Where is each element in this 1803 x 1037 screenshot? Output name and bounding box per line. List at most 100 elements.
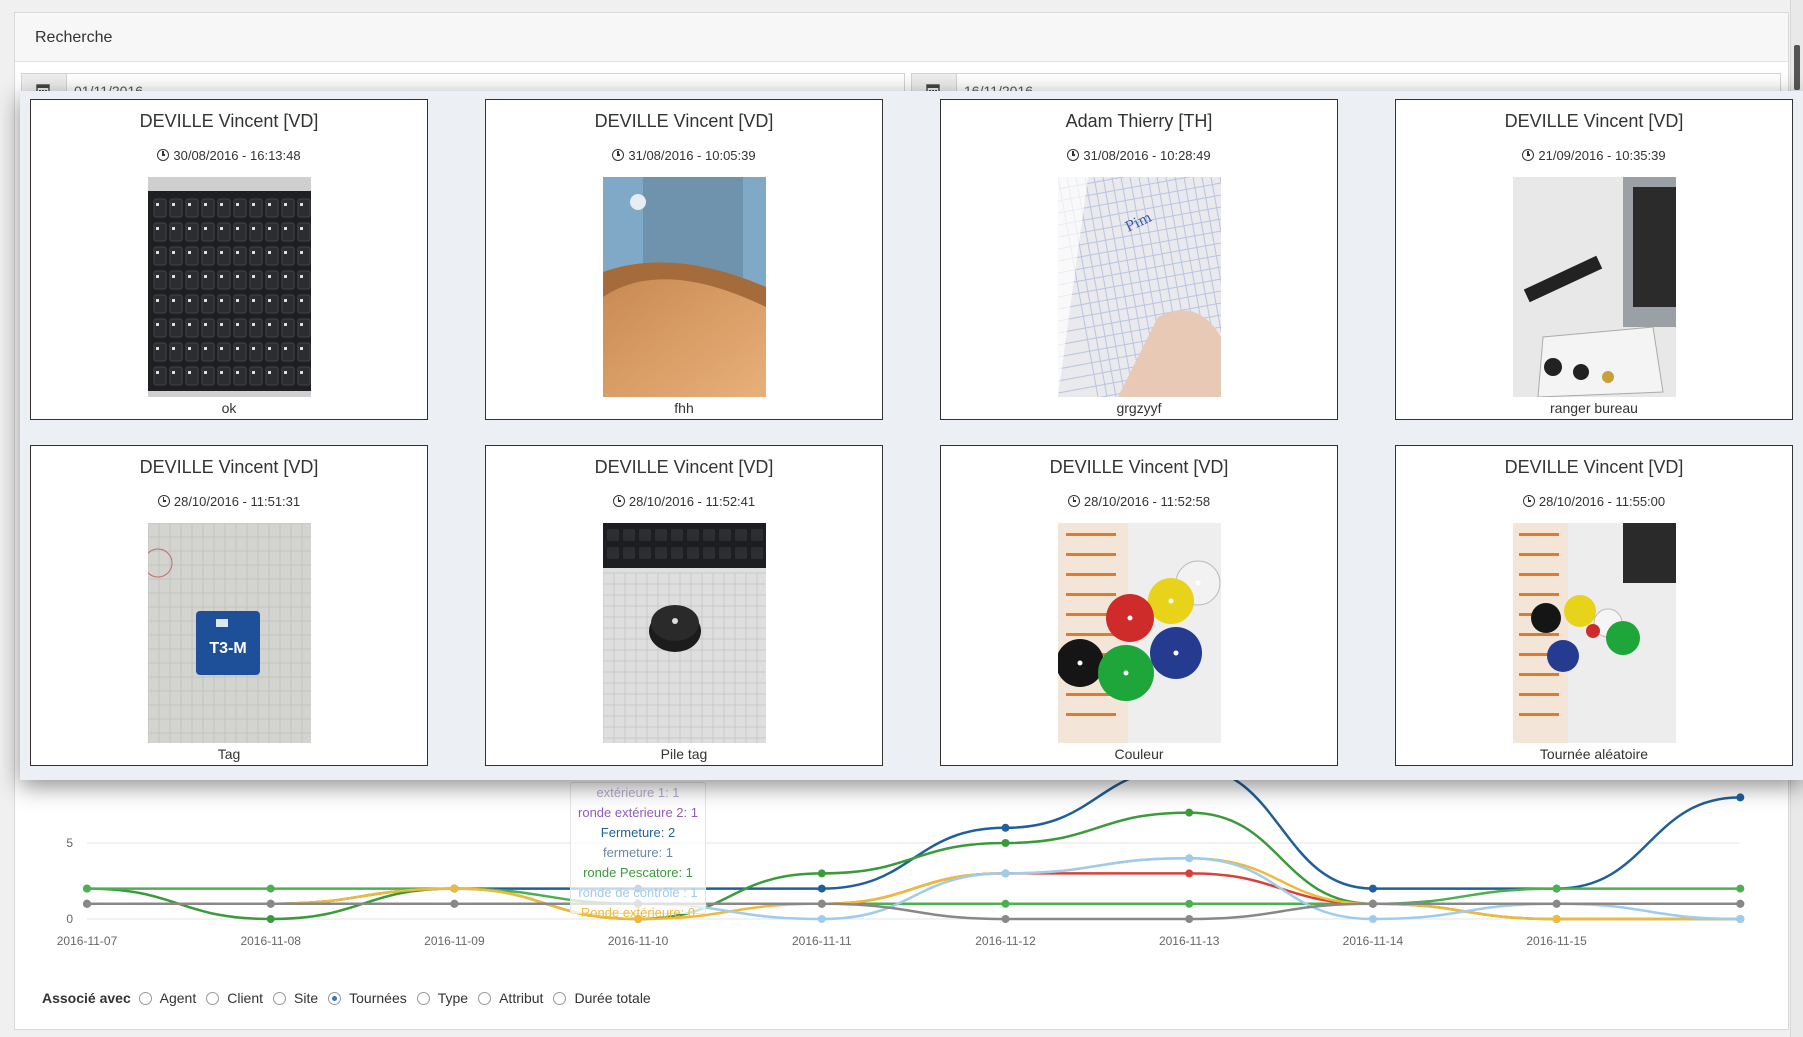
color-tags-photo[interactable] [1058, 523, 1221, 743]
data-point[interactable] [1552, 884, 1561, 893]
card-timestamp-text: 31/08/2016 - 10:05:39 [628, 148, 756, 163]
data-point[interactable] [1001, 899, 1010, 908]
card-caption: Pile tag [660, 746, 708, 762]
clock-icon [1522, 495, 1535, 507]
card-caption: ok [221, 400, 237, 416]
color-tags-2-photo[interactable] [1513, 523, 1676, 743]
data-point[interactable] [1736, 899, 1745, 908]
data-point[interactable] [1001, 823, 1010, 832]
data-point[interactable] [1368, 899, 1377, 908]
x-tick-label: 2016-11-12 [975, 934, 1036, 948]
card-timestamp: 31/08/2016 - 10:05:39 [486, 148, 882, 163]
card-caption: Tag [217, 746, 241, 762]
data-point[interactable] [817, 899, 826, 908]
radio-option[interactable]: Attribut [478, 990, 543, 1006]
card-agent-name: Adam Thierry [TH] [1065, 111, 1213, 131]
card-timestamp: 28/10/2016 - 11:52:58 [941, 494, 1337, 509]
data-point[interactable] [1552, 915, 1561, 923]
data-point[interactable] [266, 915, 275, 923]
photo-card[interactable]: DEVILLE Vincent [VD] 21/09/2016 - 10:35:3… [1395, 99, 1793, 420]
data-point[interactable] [1736, 915, 1745, 923]
photo-card[interactable]: DEVILLE Vincent [VD] 30/08/2016 - 16:13:4… [30, 99, 428, 420]
card-timestamp-text: 28/10/2016 - 11:51:31 [173, 494, 301, 509]
data-point[interactable] [1185, 869, 1194, 878]
data-point[interactable] [266, 884, 275, 893]
data-point[interactable] [1736, 884, 1745, 893]
data-point[interactable] [1185, 854, 1194, 863]
radio-option[interactable]: Tournées [328, 990, 407, 1006]
data-point[interactable] [1368, 915, 1377, 923]
scrollbar-thumb[interactable] [1794, 45, 1800, 90]
date-range: 01/11/2016 16/11/2016 [21, 61, 1782, 107]
desk-person-photo[interactable] [603, 177, 766, 397]
radio-button[interactable] [206, 992, 220, 1005]
photo-card[interactable]: DEVILLE Vincent [VD] 28/10/2016 - 11:52:4… [485, 445, 883, 766]
keyboard-photo[interactable] [148, 177, 311, 397]
radio-button[interactable] [416, 992, 430, 1005]
data-point[interactable] [1185, 915, 1194, 923]
data-point[interactable] [83, 899, 91, 908]
associe-avec-label: Associé avec [42, 990, 131, 1006]
data-point[interactable] [1552, 899, 1561, 908]
data-point[interactable] [450, 884, 459, 893]
y-tick-label: 5 [66, 836, 73, 850]
card-timestamp: 30/08/2016 - 16:13:48 [31, 148, 427, 163]
photo-gallery-modal: DEVILLE Vincent [VD] 30/08/2016 - 16:13:4… [20, 91, 1803, 780]
data-point[interactable] [450, 899, 459, 908]
data-point[interactable] [1368, 884, 1377, 893]
radio-label: Site [294, 990, 319, 1006]
pile-tag-photo[interactable] [603, 523, 766, 743]
radio-button[interactable] [478, 992, 492, 1005]
radio-button[interactable] [553, 992, 567, 1005]
card-timestamp: 31/08/2016 - 10:28:49 [941, 148, 1337, 163]
notebook-photo[interactable]: Pim [1058, 177, 1221, 397]
photo-card[interactable]: DEVILLE Vincent [VD] 31/08/2016 - 10:05:3… [485, 99, 883, 420]
tooltip-line: ronde extérieure 2: 1 [578, 805, 698, 820]
series-line[interactable] [87, 770, 1741, 906]
photo-card[interactable]: Adam Thierry [TH] 31/08/2016 - 10:28:49 Pi… [940, 99, 1338, 420]
card-agent-name: DEVILLE Vincent [VD] [594, 111, 774, 131]
tag-photo[interactable]: T3-M [148, 523, 311, 743]
data-point[interactable] [83, 884, 91, 893]
card-agent-name: DEVILLE Vincent [VD] [1504, 457, 1684, 477]
card-caption: fhh [674, 400, 694, 416]
card-timestamp-text: 28/10/2016 - 11:52:41 [628, 494, 756, 509]
card-caption: Couleur [1114, 746, 1164, 762]
data-point[interactable] [817, 915, 826, 923]
data-point[interactable] [1185, 808, 1194, 817]
data-point[interactable] [1001, 839, 1010, 847]
data-point[interactable] [1001, 915, 1010, 923]
photo-card[interactable]: DEVILLE Vincent [VD] 28/10/2016 - 11:51:3… [30, 445, 428, 766]
data-point[interactable] [817, 884, 826, 893]
card-timestamp-text: 28/10/2016 - 11:52:58 [1083, 494, 1211, 509]
photo-card[interactable]: DEVILLE Vincent [VD] 28/10/2016 - 11:52:5… [940, 445, 1338, 766]
data-point[interactable] [1736, 793, 1745, 802]
x-tick-label: 2016-11-15 [1526, 934, 1587, 948]
clock-icon [157, 495, 170, 507]
data-point[interactable] [1001, 869, 1010, 878]
radio-button[interactable] [138, 992, 152, 1005]
chart-tooltip: extérieure 1: 1 ronde extérieure 2: 1 Ferm… [570, 782, 706, 920]
radio-option[interactable]: Durée totale [553, 990, 651, 1006]
desk-items-photo[interactable] [1513, 177, 1676, 397]
x-tick-label: 2016-11-13 [1159, 934, 1220, 948]
radio-label: Attribut [499, 990, 544, 1006]
data-point[interactable] [1185, 899, 1194, 908]
radio-button[interactable] [273, 992, 287, 1005]
radio-option[interactable]: Client [206, 990, 263, 1006]
tooltip-line: Ronde extérieure: 0 [580, 905, 696, 920]
data-point[interactable] [817, 869, 826, 878]
radio-option[interactable]: Type [416, 990, 468, 1006]
tooltip-line: Fermeture: 2 [600, 825, 676, 840]
photo-card[interactable]: DEVILLE Vincent [VD] 28/10/2016 - 11:55:0… [1395, 445, 1793, 766]
clock-icon [157, 149, 170, 161]
tooltip-line: extérieure 1: 1 [596, 785, 680, 800]
radio-button[interactable] [328, 992, 342, 1005]
x-tick-label: 2016-11-07 [57, 934, 118, 948]
x-tick-label: 2016-11-11 [792, 934, 852, 948]
radio-label: Client [227, 990, 264, 1006]
radio-option[interactable]: Agent [138, 990, 196, 1006]
clock-icon [1522, 149, 1535, 161]
radio-option[interactable]: Site [273, 990, 318, 1006]
data-point[interactable] [266, 899, 275, 908]
